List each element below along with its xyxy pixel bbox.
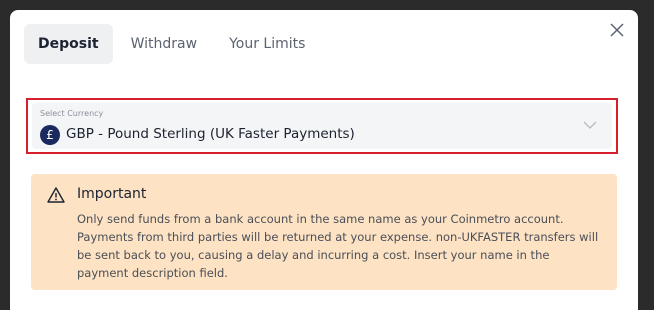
tab-bar: Deposit Withdraw Your Limits — [24, 24, 319, 64]
tab-withdraw[interactable]: Withdraw — [117, 24, 211, 64]
tab-your-limits[interactable]: Your Limits — [215, 24, 319, 64]
chevron-down-icon[interactable] — [582, 117, 598, 133]
important-notice: Important Only send funds from a bank ac… — [31, 174, 617, 290]
close-icon[interactable] — [608, 21, 626, 39]
currency-select-label: Select Currency — [40, 109, 104, 118]
currency-select[interactable]: Select Currency £ GBP - Pound Sterling (… — [32, 103, 612, 149]
pound-sterling-icon: £ — [40, 125, 60, 145]
currency-select-value: GBP - Pound Sterling (UK Faster Payments… — [66, 126, 355, 142]
notice-body: Only send funds from a bank account in t… — [77, 212, 599, 280]
notice-title: Important — [77, 186, 147, 202]
currency-select-highlight: Select Currency £ GBP - Pound Sterling (… — [26, 98, 618, 154]
tab-deposit[interactable]: Deposit — [24, 24, 113, 64]
deposit-modal: Deposit Withdraw Your Limits Select Curr… — [10, 10, 638, 310]
warning-icon — [47, 187, 65, 203]
